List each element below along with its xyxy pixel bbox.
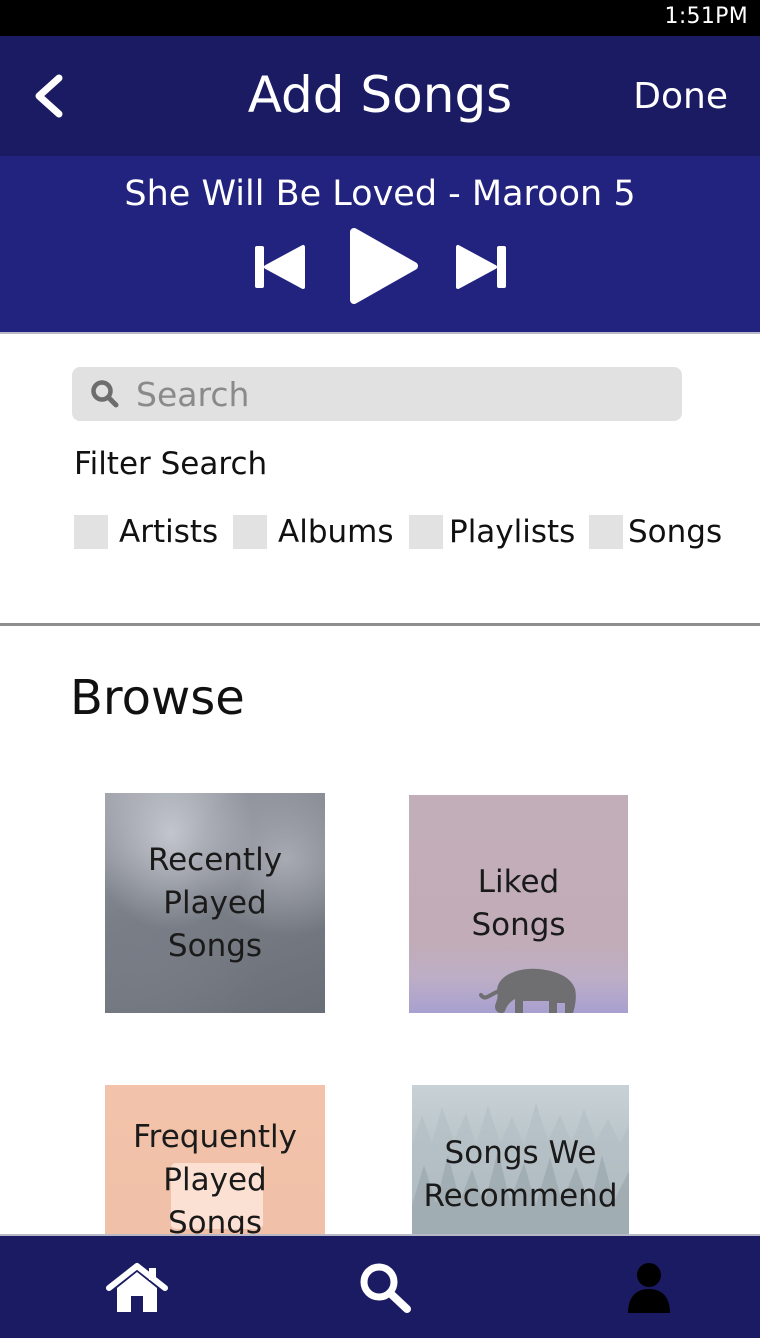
recently-played-tile[interactable]: Recently Played Songs [105,793,325,1013]
artists-checkbox[interactable] [74,515,108,549]
tile-label: Songs We Recommend [417,1132,623,1218]
tile-label-line: Songs [471,907,566,943]
playlists-checkbox[interactable] [409,515,443,549]
filter-label: Playlists [449,514,576,550]
previous-track-button[interactable] [253,244,309,290]
search-bar[interactable] [72,367,682,421]
back-button[interactable] [24,68,74,124]
tile-label-line: Songs We [444,1135,597,1171]
skip-next-icon [456,245,506,289]
tile-label: Frequently Played Songs [127,1116,303,1235]
section-divider [0,623,760,626]
next-track-button[interactable] [452,244,508,290]
tile-label-line: Liked [477,864,560,900]
chevron-left-icon [35,74,63,118]
filter-artists[interactable]: Artists [74,512,218,552]
filter-label: Artists [119,514,219,550]
skip-previous-icon [255,245,305,289]
status-bar: 1:51PM [0,0,760,36]
bottom-nav [0,1234,760,1338]
songs-we-recommend-tile[interactable]: Songs We Recommend [412,1085,629,1234]
play-button[interactable] [346,226,420,306]
now-playing-bar: She Will Be Loved - Maroon 5 [0,156,760,332]
nav-profile-button[interactable] [614,1258,684,1318]
browse-grid[interactable]: Recently Played Songs Liked Songs Freque… [0,760,760,1234]
browse-heading: Browse [70,670,245,726]
filter-playlists[interactable]: Playlists [409,512,575,552]
elephant-image [479,968,576,1013]
liked-songs-tile[interactable]: Liked Songs [409,795,628,1013]
now-playing-title: She Will Be Loved - Maroon 5 [124,174,636,214]
songs-checkbox[interactable] [589,515,623,549]
nav-search-button[interactable] [350,1258,420,1318]
tile-label: Recently Played Songs [142,839,288,968]
status-time: 1:51PM [664,4,748,29]
tile-label-line: Played [163,1161,267,1198]
filter-search-label: Filter Search [74,446,268,482]
tile-label-line: Songs [167,927,263,964]
frequently-played-tile[interactable]: Frequently Played Songs [105,1085,325,1234]
play-icon [350,228,418,304]
filter-songs[interactable]: Songs [589,512,722,552]
done-button[interactable]: Done [633,76,728,117]
home-icon [106,1263,168,1312]
tile-label-line: Recently [147,841,283,878]
profile-icon [628,1263,670,1313]
search-icon [360,1263,411,1313]
nav-home-button[interactable] [102,1258,172,1318]
tile-label-line: Recommend [423,1178,618,1214]
filter-albums[interactable]: Albums [233,512,394,552]
divider [0,332,760,334]
tile-label: Liked Songs [465,861,571,947]
app-header: Add Songs Done [0,36,760,156]
tile-label-line: Frequently [133,1118,297,1155]
search-icon [90,379,120,409]
filter-label: Songs [628,514,723,550]
filter-label: Albums [278,514,394,550]
albums-checkbox[interactable] [233,515,267,549]
search-input[interactable] [134,373,658,415]
tile-label-line: Played [163,884,267,921]
tile-label-line: Songs [167,1204,263,1235]
